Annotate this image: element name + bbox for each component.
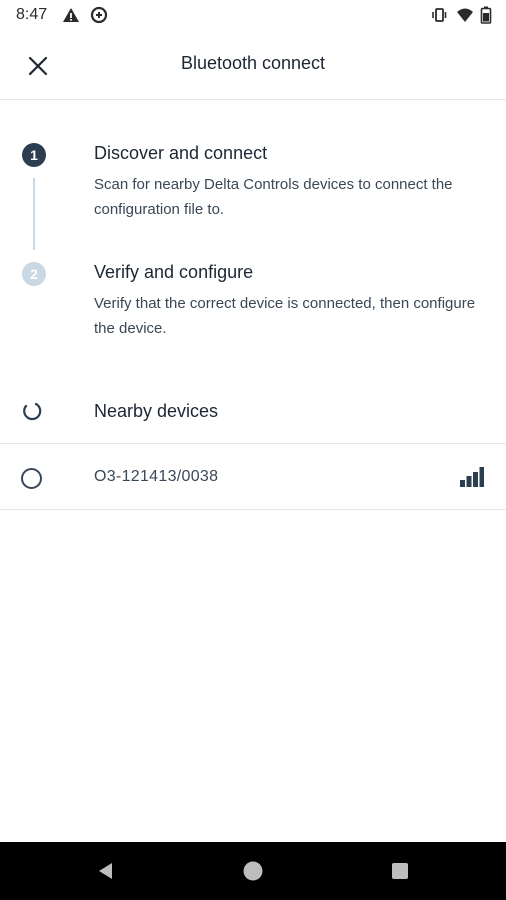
step-title: Discover and connect [94, 143, 268, 163]
step-title: Verify and configure [94, 262, 254, 282]
app-bar: Bluetooth connect [0, 32, 506, 100]
loading-spinner-icon [23, 402, 42, 421]
step-connector-line [33, 178, 35, 250]
back-icon [99, 863, 112, 879]
device-radio-button[interactable] [21, 468, 42, 489]
home-icon [243, 861, 263, 881]
step-description: Scan for nearby Delta Controls devices t… [94, 176, 453, 218]
nearby-devices-header: Nearby devices [0, 390, 506, 444]
device-list-item[interactable]: O3-121413/0038 [0, 445, 506, 510]
status-bar: 8:47 [0, 0, 506, 32]
status-time: 8:47 [16, 6, 48, 23]
device-name: O3-121413/0038 [94, 468, 219, 485]
signal-strength-icon [460, 467, 484, 487]
back-button[interactable] [94, 859, 118, 883]
page-title: Bluetooth connect [180, 53, 326, 73]
recents-icon [392, 863, 408, 879]
vibrate-icon [430, 6, 448, 29]
step-description: Verify that the correct device is connec… [94, 295, 476, 337]
system-navigation-bar [0, 842, 506, 900]
home-button[interactable] [241, 859, 265, 883]
data-saver-icon [90, 6, 108, 29]
step-number-badge: 2 [22, 262, 46, 286]
step-number-badge: 1 [22, 143, 46, 167]
wifi-icon [456, 6, 474, 29]
recents-button[interactable] [388, 859, 412, 883]
nearby-devices-label: Nearby devices [94, 401, 219, 421]
warning-icon [62, 6, 80, 29]
battery-icon [480, 6, 492, 29]
